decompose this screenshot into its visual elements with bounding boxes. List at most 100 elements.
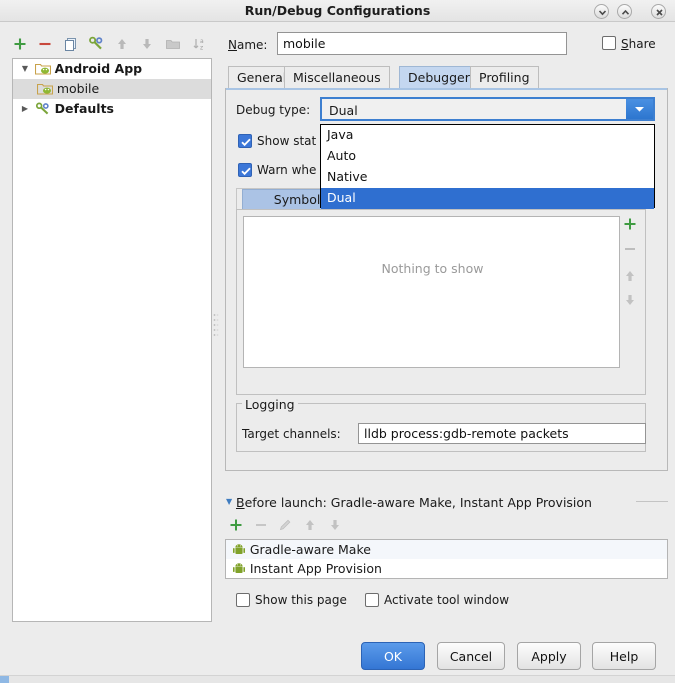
show-this-page-checkbox[interactable] bbox=[236, 593, 250, 607]
twisty-icon[interactable]: ▶ bbox=[19, 99, 31, 119]
minus-icon bbox=[253, 517, 269, 533]
before-launch-move-down-button bbox=[327, 517, 349, 535]
activate-tool-window-label: Activate tool window bbox=[384, 593, 509, 607]
configuration-toolbar: a z bbox=[10, 34, 210, 56]
list-item[interactable]: Gradle-aware Make bbox=[226, 540, 667, 559]
tab-miscellaneous[interactable]: Miscellaneous bbox=[284, 66, 390, 88]
create-folder-button[interactable] bbox=[163, 34, 183, 54]
pencil-icon bbox=[277, 517, 293, 533]
window-titlebar: Run/Debug Configurations bbox=[0, 0, 675, 22]
debug-type-label: Debug type: bbox=[236, 103, 310, 117]
symbol-directories-list[interactable]: Nothing to show bbox=[243, 216, 620, 368]
android-folder-icon bbox=[35, 62, 51, 76]
minus-icon bbox=[622, 241, 638, 257]
help-button[interactable]: Help bbox=[592, 642, 656, 670]
tree-row-label: Defaults bbox=[55, 101, 114, 116]
activate-tool-window-checkbox[interactable] bbox=[365, 593, 379, 607]
symbol-move-down-button bbox=[622, 292, 640, 310]
tree-row-mobile[interactable]: mobile bbox=[13, 79, 211, 99]
plus-icon bbox=[622, 216, 638, 232]
dropdown-option-native[interactable]: Native bbox=[321, 167, 654, 188]
before-launch-separator bbox=[636, 501, 668, 502]
show-static-fields-label: Show stat bbox=[257, 134, 316, 148]
plus-icon bbox=[12, 36, 28, 52]
before-launch-move-up-button bbox=[302, 517, 324, 535]
apply-button[interactable]: Apply bbox=[517, 642, 581, 670]
close-icon bbox=[654, 7, 665, 18]
sort-az-icon: a z bbox=[192, 36, 208, 52]
combobox-arrow-button[interactable] bbox=[626, 99, 653, 119]
list-item[interactable]: Instant App Provision bbox=[226, 559, 667, 578]
plus-icon bbox=[228, 517, 244, 533]
minus-icon bbox=[37, 36, 53, 52]
tab-profiling[interactable]: Profiling bbox=[470, 66, 539, 88]
empty-list-message: Nothing to show bbox=[244, 261, 621, 276]
before-launch-remove-button bbox=[253, 517, 275, 535]
dropdown-option-auto[interactable]: Auto bbox=[321, 146, 654, 167]
maximize-button[interactable] bbox=[617, 4, 632, 19]
wrench-icon bbox=[88, 36, 104, 52]
symbol-list-toolbar bbox=[622, 216, 640, 368]
move-down-button[interactable] bbox=[137, 34, 157, 54]
debug-type-dropdown-popup[interactable]: Java Auto Native Dual bbox=[320, 124, 655, 208]
chevron-down-icon bbox=[597, 7, 608, 18]
tab-debugger[interactable]: Debugger bbox=[399, 66, 479, 88]
dropdown-option-dual[interactable]: Dual bbox=[321, 188, 654, 209]
tree-row-defaults[interactable]: ▶ Defaults bbox=[13, 99, 211, 119]
ok-button[interactable]: OK bbox=[361, 642, 425, 670]
symbol-remove-button bbox=[622, 241, 640, 259]
add-configuration-button[interactable] bbox=[10, 34, 30, 54]
resize-corner[interactable] bbox=[0, 676, 9, 683]
before-launch-edit-button bbox=[277, 517, 299, 535]
warn-when-checkbox[interactable] bbox=[238, 163, 252, 177]
android-config-icon bbox=[37, 82, 53, 96]
list-item-label: Instant App Provision bbox=[250, 561, 382, 576]
window-title: Run/Debug Configurations bbox=[0, 3, 675, 18]
name-label: Name: bbox=[228, 38, 267, 52]
twisty-icon[interactable]: ▼ bbox=[19, 59, 31, 79]
minimize-button[interactable] bbox=[594, 4, 609, 19]
arrow-down-icon bbox=[622, 292, 638, 308]
tree-row-android-app[interactable]: ▼ Android App bbox=[13, 59, 211, 79]
tree-row-label: Android App bbox=[55, 61, 142, 76]
tab-panel-accent bbox=[226, 88, 667, 90]
copy-configuration-button[interactable] bbox=[61, 34, 81, 54]
tree-row-label: mobile bbox=[57, 81, 99, 96]
dropdown-option-java[interactable]: Java bbox=[321, 125, 654, 146]
android-icon bbox=[232, 543, 246, 557]
check-icon bbox=[240, 136, 252, 148]
chevron-up-icon bbox=[620, 7, 631, 18]
svg-text:z: z bbox=[200, 45, 203, 52]
arrow-up-icon bbox=[622, 268, 638, 284]
symbol-directories-panel: Nothing to show bbox=[236, 209, 646, 395]
list-item-label: Gradle-aware Make bbox=[250, 542, 371, 557]
show-this-page-label: Show this page bbox=[255, 593, 347, 607]
chevron-down-icon bbox=[634, 105, 645, 113]
move-up-button[interactable] bbox=[112, 34, 132, 54]
remove-configuration-button[interactable] bbox=[35, 34, 55, 54]
debug-type-combobox[interactable]: Dual bbox=[320, 97, 655, 121]
show-static-fields-checkbox[interactable] bbox=[238, 134, 252, 148]
share-label: Share bbox=[621, 37, 656, 51]
dialog-bottom-strip bbox=[0, 675, 675, 683]
tab-strip: General Miscellaneous Debugger Profiling bbox=[228, 66, 668, 88]
cancel-button[interactable]: Cancel bbox=[437, 642, 505, 670]
panel-splitter[interactable] bbox=[212, 58, 220, 622]
edit-templates-button[interactable] bbox=[86, 34, 106, 54]
arrow-up-icon bbox=[114, 36, 130, 52]
sort-configurations-button[interactable]: a z bbox=[190, 34, 210, 54]
symbol-move-up-button bbox=[622, 268, 640, 286]
splitter-grip-icon bbox=[213, 313, 219, 339]
configuration-tree[interactable]: ▼ Android App mobile ▶ bbox=[12, 58, 212, 622]
name-input[interactable] bbox=[277, 32, 567, 55]
logging-legend: Logging bbox=[242, 397, 298, 412]
symbol-add-button[interactable] bbox=[622, 216, 640, 234]
before-launch-add-button[interactable] bbox=[228, 517, 250, 535]
before-launch-list[interactable]: Gradle-aware Make Instant App Provision bbox=[225, 539, 668, 579]
before-launch-twisty-icon[interactable]: ▼ bbox=[226, 497, 232, 506]
share-checkbox[interactable] bbox=[602, 36, 616, 50]
close-button[interactable] bbox=[651, 4, 666, 19]
target-channels-input[interactable] bbox=[358, 423, 646, 444]
arrow-up-icon bbox=[302, 517, 318, 533]
android-icon bbox=[232, 562, 246, 576]
